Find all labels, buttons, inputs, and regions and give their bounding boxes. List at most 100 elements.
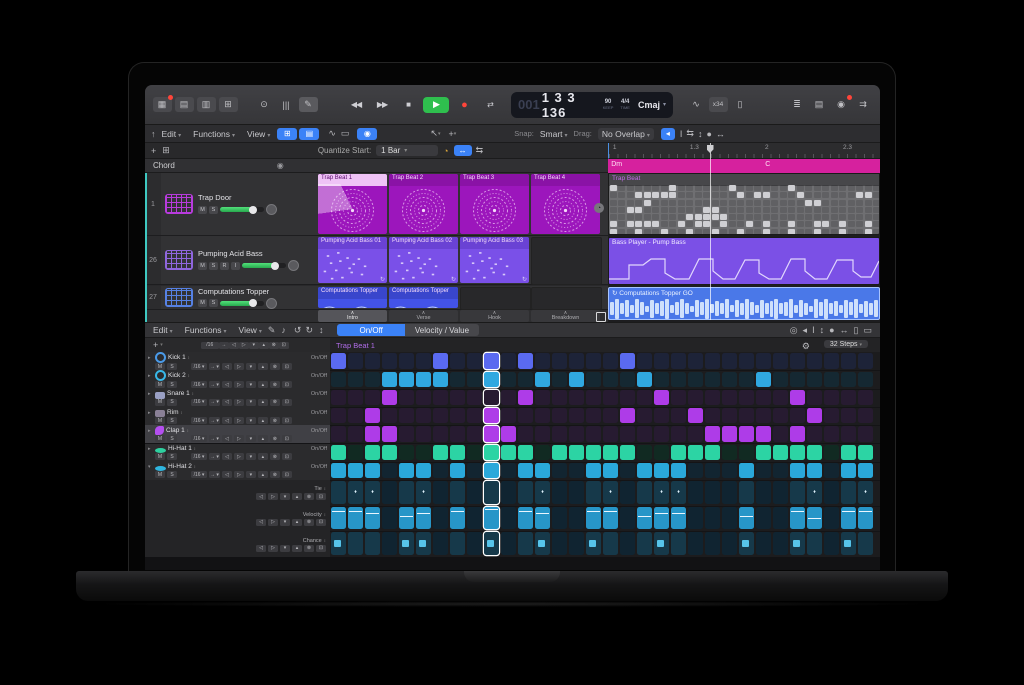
empty-cell-slot[interactable] — [531, 237, 602, 285]
row-header[interactable]: ▾Hi-Hat 2 ↕On/OffMS/16 ▾→ ▾◁▷▾▴⊗⊡ — [145, 462, 330, 480]
substep-dot[interactable] — [501, 532, 516, 555]
row-rate-menu[interactable]: /16 ▾ — [191, 453, 207, 460]
step-off[interactable] — [637, 426, 652, 441]
substep-dot[interactable] — [671, 532, 686, 555]
row-rotate-right[interactable]: ▷ — [234, 363, 244, 370]
step-off[interactable] — [722, 353, 737, 368]
step-off[interactable] — [433, 408, 448, 423]
step-off[interactable] — [433, 426, 448, 441]
step-off[interactable] — [450, 372, 465, 387]
substep-tie[interactable]: ♦ — [603, 481, 618, 504]
step-off[interactable] — [688, 426, 703, 441]
step-off[interactable] — [518, 408, 533, 423]
step-off[interactable] — [688, 390, 703, 405]
step-off[interactable] — [790, 372, 805, 387]
sub-left[interactable]: ◁ — [256, 519, 266, 526]
step-off[interactable] — [824, 372, 839, 387]
step-on[interactable] — [586, 463, 601, 478]
substep-tie[interactable] — [552, 481, 567, 504]
live-loops-cell[interactable]: Trap Beat 4 — [531, 174, 600, 234]
row-rotate-right[interactable]: ▷ — [234, 453, 244, 460]
step-on[interactable] — [382, 426, 397, 441]
step-off[interactable] — [654, 372, 669, 387]
row-rotate-right[interactable]: ▷ — [234, 399, 244, 406]
pattern-length-menu[interactable]: 32 Steps ▾ — [824, 340, 868, 348]
play-button[interactable]: ▶ — [423, 97, 449, 113]
step-off[interactable] — [331, 426, 346, 441]
sub-clear[interactable]: ⊗ — [304, 493, 314, 500]
substep-bar[interactable] — [535, 507, 550, 530]
substep-dot[interactable] — [841, 532, 856, 555]
snap-menu[interactable]: Smart▾ — [540, 129, 568, 139]
substep-tie[interactable]: ♦ — [348, 481, 363, 504]
row-increment[interactable]: ▴ — [258, 471, 268, 478]
step-off[interactable] — [739, 390, 754, 405]
step-off[interactable] — [416, 390, 431, 405]
divider-cell-button[interactable]: ◔ — [594, 203, 604, 213]
step-off[interactable] — [603, 426, 618, 441]
solo-button[interactable]: S — [167, 399, 177, 406]
step-off[interactable] — [739, 408, 754, 423]
substep-dot[interactable] — [722, 532, 737, 555]
ll-menu-view[interactable]: View▾ — [247, 129, 270, 139]
substep-bar[interactable] — [501, 507, 516, 530]
substep-tie[interactable] — [790, 481, 805, 504]
substep-bar[interactable] — [433, 507, 448, 530]
substep-bar[interactable] — [399, 507, 414, 530]
step-off[interactable] — [569, 353, 584, 368]
window-icon[interactable]: ▯ — [854, 325, 859, 336]
step-on[interactable] — [399, 463, 414, 478]
substep-tie[interactable]: ♦ — [365, 481, 380, 504]
row-rotate-left[interactable]: ◁ — [222, 417, 232, 424]
sub-right[interactable]: ▷ — [268, 545, 278, 552]
increment-button[interactable]: ▴ — [259, 342, 269, 349]
substep-tie[interactable]: ♦ — [654, 481, 669, 504]
step-on[interactable] — [518, 353, 533, 368]
track-name[interactable]: Pumping Acid Bass — [198, 249, 299, 258]
disclosure-triangle[interactable]: ▸ — [148, 409, 153, 417]
step-on[interactable] — [331, 445, 346, 460]
step-on[interactable] — [450, 445, 465, 460]
row-rotate-right[interactable]: ▷ — [234, 435, 244, 442]
row-random[interactable]: ⊡ — [282, 363, 292, 370]
substep-tie[interactable] — [450, 481, 465, 504]
step-on[interactable] — [484, 353, 499, 368]
step-on[interactable] — [331, 353, 346, 368]
step-off[interactable] — [569, 390, 584, 405]
step-on[interactable] — [484, 463, 499, 478]
step-on[interactable] — [603, 463, 618, 478]
ibeam-icon[interactable]: I — [812, 325, 815, 335]
substep-dot[interactable] — [688, 532, 703, 555]
step-off[interactable] — [569, 408, 584, 423]
step-off[interactable] — [603, 372, 618, 387]
step-off[interactable] — [858, 372, 873, 387]
clear-row-button[interactable]: ⊗ — [269, 342, 279, 349]
step-off[interactable] — [705, 353, 720, 368]
note-icon[interactable]: ♪ — [281, 325, 286, 335]
step-on[interactable] — [620, 445, 635, 460]
row-header[interactable]: ▸Kick 1 ↕On/OffMS/16 ▾→ ▾◁▷▾▴⊗⊡ — [145, 352, 330, 370]
live-loops-cell[interactable]: Trap Beat 3 — [460, 174, 529, 234]
step-off[interactable] — [433, 390, 448, 405]
grid-icon[interactable]: ⊞ — [162, 145, 170, 156]
step-off[interactable] — [501, 463, 516, 478]
step-off[interactable] — [535, 426, 550, 441]
substep-tie[interactable] — [620, 481, 635, 504]
empty-cell-slot[interactable] — [531, 287, 602, 310]
step-off[interactable] — [773, 408, 788, 423]
step-off[interactable] — [365, 353, 380, 368]
step-on[interactable] — [484, 408, 499, 423]
step-off[interactable] — [501, 372, 516, 387]
row-rotate-left[interactable]: ◁ — [222, 381, 232, 388]
mute-button[interactable]: M — [155, 363, 165, 370]
step-off[interactable] — [552, 408, 567, 423]
row-clear[interactable]: ⊗ — [270, 363, 280, 370]
substep-dot[interactable] — [824, 532, 839, 555]
up-arrow-icon[interactable]: ↑ — [151, 129, 156, 139]
substep-tie[interactable] — [484, 481, 499, 504]
row-decrement[interactable]: ▾ — [246, 417, 256, 424]
substep-tie[interactable]: ♦ — [807, 481, 822, 504]
ll-menu-edit[interactable]: Edit▾ — [162, 129, 182, 139]
solo-button[interactable]: S — [167, 471, 177, 478]
live-loops-cell[interactable]: Trap Beat 2 — [389, 174, 458, 234]
